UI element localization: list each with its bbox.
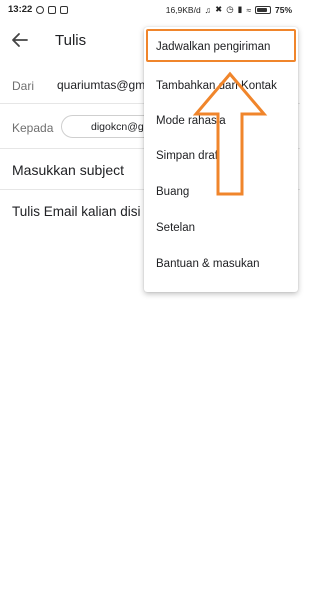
recipient-chip-label: digokcn@gu [91,121,150,133]
network-speed: 16,9KB/d [165,4,201,15]
menu-item-help-feedback[interactable]: Bantuan & masukan [156,258,260,270]
battery-percent: 75% [274,4,292,15]
instagram-icon [48,5,57,14]
page-title: Tulis [55,32,87,49]
highlight-box [146,29,296,62]
wifi-icon: ≈ [246,4,251,15]
arrow-left-icon[interactable] [10,30,30,50]
up-arrow-annotation [192,71,268,196]
subject-input[interactable]: Masukkan subject [12,162,124,178]
signal-icon: ▮ [237,4,243,14]
alarm-icon: ◷ [226,4,234,14]
menu-item-settings[interactable]: Setelan [156,222,195,234]
status-bar: 13:22 16,9KB/d ♫ ✖ ◷ ▮ ≈ 75% [0,0,300,20]
email-body-input[interactable]: Tulis Email kalian disi [12,204,141,219]
headphone-icon: ♫ [204,4,212,15]
status-time: 13:22 [8,4,33,15]
chat-icon [36,5,45,14]
status-right: 16,9KB/d ♫ ✖ ◷ ▮ ≈ 75% [166,4,292,15]
from-field[interactable]: quariumtas@gm [57,78,145,92]
from-label: Dari [12,79,35,93]
status-left: 13:22 [8,4,69,15]
to-label: Kepada [12,121,54,135]
mute-icon: ✖ [215,4,223,14]
battery-icon [254,5,271,14]
menu-item-discard[interactable]: Buang [156,186,189,198]
gallery-icon [60,5,69,14]
